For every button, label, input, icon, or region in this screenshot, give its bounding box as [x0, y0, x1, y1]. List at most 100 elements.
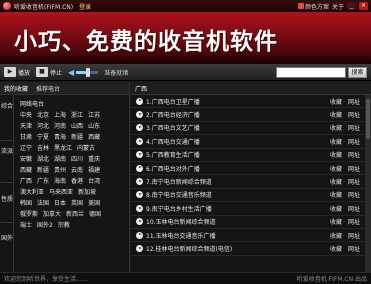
- station-row[interactable]: 2.广西电台经济广播 收藏 网址: [131, 108, 364, 122]
- website-link[interactable]: 网址: [348, 137, 360, 146]
- station-row[interactable]: 7.南宁电台新闻综合频道 收藏 网址: [131, 175, 364, 189]
- station-row[interactable]: 4.广西电台交通广播 收藏 网址: [131, 135, 364, 149]
- station-name[interactable]: 10.玉林电台新闻综合频道: [146, 217, 324, 226]
- website-link[interactable]: 网址: [348, 150, 360, 159]
- favorite-link[interactable]: 收藏: [330, 123, 342, 132]
- close-button[interactable]: ×: [359, 2, 368, 10]
- station-name[interactable]: 6.广西电台对外广播: [146, 164, 324, 173]
- search-input[interactable]: [276, 66, 346, 78]
- station-name[interactable]: 7.南宁电台新闻综合频道: [146, 177, 324, 186]
- play-circle-icon[interactable]: [136, 244, 143, 252]
- favorite-link[interactable]: 收藏: [330, 190, 342, 199]
- category-general[interactable]: 综合: [0, 103, 14, 111]
- website-link[interactable]: 网址: [348, 164, 360, 173]
- region-link[interactable]: 日本: [54, 198, 66, 207]
- region-link[interactable]: 西藏: [88, 132, 100, 141]
- play-circle-icon[interactable]: [136, 151, 143, 159]
- play-circle-icon[interactable]: [136, 124, 143, 132]
- region-link[interactable]: 黑龙江: [54, 143, 72, 152]
- skin-button[interactable]: 颜色方案: [297, 2, 329, 11]
- region-link[interactable]: 辽宁: [20, 143, 32, 152]
- region-link[interactable]: 青海: [54, 132, 66, 141]
- region-link[interactable]: 俄罗斯: [20, 209, 38, 218]
- region-link[interactable]: 广西: [20, 176, 32, 185]
- region-link[interactable]: 新西兰: [66, 209, 84, 218]
- favorite-link[interactable]: 收藏: [330, 137, 342, 146]
- play-circle-icon[interactable]: [136, 97, 143, 105]
- stop-button[interactable]: ■ 停止: [36, 67, 62, 77]
- favorite-link[interactable]: 收藏: [330, 164, 342, 173]
- category-genre[interactable]: 流派: [0, 148, 14, 156]
- region-link[interactable]: 中央: [20, 110, 32, 119]
- station-row[interactable]: 8.南宁电台交通音乐频道 收藏 网址: [131, 189, 364, 203]
- region-link[interactable]: 马来西亚: [49, 187, 73, 196]
- play-circle-icon[interactable]: [136, 178, 143, 186]
- region-link[interactable]: 贵州: [54, 165, 66, 174]
- website-link[interactable]: 网址: [348, 217, 360, 226]
- station-row[interactable]: 3.广西电台文艺广播 收藏 网址: [131, 122, 364, 136]
- scroll-thumb[interactable]: [366, 99, 370, 139]
- region-link[interactable]: 加拿大: [43, 209, 61, 218]
- website-link[interactable]: 网址: [348, 204, 360, 213]
- region-link[interactable]: 天津: [20, 121, 32, 130]
- region-link[interactable]: 河北: [37, 121, 49, 130]
- station-row[interactable]: 10.玉林电台新闻综合频道 收藏 网址: [131, 216, 364, 229]
- region-link[interactable]: 德国: [89, 209, 101, 218]
- station-name[interactable]: 5.广西教育生活广播: [146, 150, 324, 159]
- station-name[interactable]: 12.桂林电台新闻综合频道(电信): [146, 244, 324, 253]
- play-circle-icon[interactable]: [136, 164, 143, 172]
- station-row[interactable]: 1.广西电台卫星广播 收藏 网址: [131, 95, 364, 109]
- volume-slider[interactable]: [76, 67, 99, 77]
- region-link[interactable]: 网络电台: [20, 99, 44, 108]
- station-row[interactable]: 11.玉林电台交通音乐广播 收藏 网址: [131, 229, 364, 243]
- region-link[interactable]: 英国: [71, 198, 83, 207]
- region-link[interactable]: 韩国: [20, 198, 32, 207]
- region-link[interactable]: 海南: [54, 176, 66, 185]
- website-link[interactable]: 网址: [348, 123, 360, 132]
- play-circle-icon[interactable]: [136, 231, 143, 239]
- tab-favorites[interactable]: 我的收藏: [4, 84, 28, 93]
- website-link[interactable]: 网址: [348, 110, 360, 119]
- volume-knob[interactable]: [86, 67, 91, 77]
- station-name[interactable]: 3.广西电台文艺广播: [146, 123, 324, 132]
- website-link[interactable]: 网址: [348, 97, 360, 106]
- region-link[interactable]: 香港: [71, 176, 83, 185]
- favorite-link[interactable]: 收藏: [330, 231, 342, 240]
- favorite-link[interactable]: 收藏: [330, 217, 342, 226]
- region-link[interactable]: 国外2: [37, 220, 53, 229]
- station-name[interactable]: 2.广西电台经济广播: [146, 110, 324, 119]
- region-link[interactable]: 西藏: [20, 165, 32, 174]
- region-link[interactable]: 湖北: [37, 154, 49, 163]
- region-link[interactable]: 重庆: [88, 154, 100, 163]
- region-link[interactable]: 甘肃: [20, 132, 32, 141]
- category-foreign[interactable]: 国外: [0, 235, 14, 243]
- region-link[interactable]: 湖南: [54, 154, 66, 163]
- region-link[interactable]: 宗教: [58, 220, 70, 229]
- region-link[interactable]: 北京: [37, 110, 49, 119]
- region-link[interactable]: 浙江: [71, 110, 83, 119]
- minimize-button[interactable]: _: [347, 2, 356, 10]
- station-name[interactable]: 4.广西电台交通广播: [146, 137, 324, 146]
- region-link[interactable]: 台湾: [88, 176, 100, 185]
- website-link[interactable]: 网址: [348, 177, 360, 186]
- station-name[interactable]: 9.南宁电台乡村生活广播: [146, 204, 324, 213]
- category-type[interactable]: 性质: [0, 196, 14, 204]
- play-circle-icon[interactable]: [136, 204, 143, 212]
- region-link[interactable]: 澳大利亚: [20, 187, 44, 196]
- favorite-link[interactable]: 收藏: [330, 97, 342, 106]
- region-link[interactable]: 瑞士: [20, 220, 32, 229]
- region-link[interactable]: 山东: [88, 121, 100, 130]
- about-button[interactable]: 关于: [332, 2, 344, 11]
- station-name[interactable]: 11.玉林电台交通音乐广播: [146, 231, 324, 240]
- station-row[interactable]: 6.广西电台对外广播 收藏 网址: [131, 162, 364, 176]
- station-scrollbar[interactable]: [365, 95, 371, 272]
- play-button[interactable]: ▶ 播放: [4, 67, 30, 77]
- region-link[interactable]: 上海: [54, 110, 66, 119]
- region-link[interactable]: 福建: [88, 165, 100, 174]
- play-circle-icon[interactable]: [136, 137, 143, 145]
- station-name[interactable]: 8.南宁电台交通音乐频道: [146, 190, 324, 199]
- region-link[interactable]: 江苏: [88, 110, 100, 119]
- region-link[interactable]: 安徽: [20, 154, 32, 163]
- favorite-link[interactable]: 收藏: [330, 244, 342, 253]
- station-row[interactable]: 9.南宁电台乡村生活广播 收藏 网址: [131, 202, 364, 216]
